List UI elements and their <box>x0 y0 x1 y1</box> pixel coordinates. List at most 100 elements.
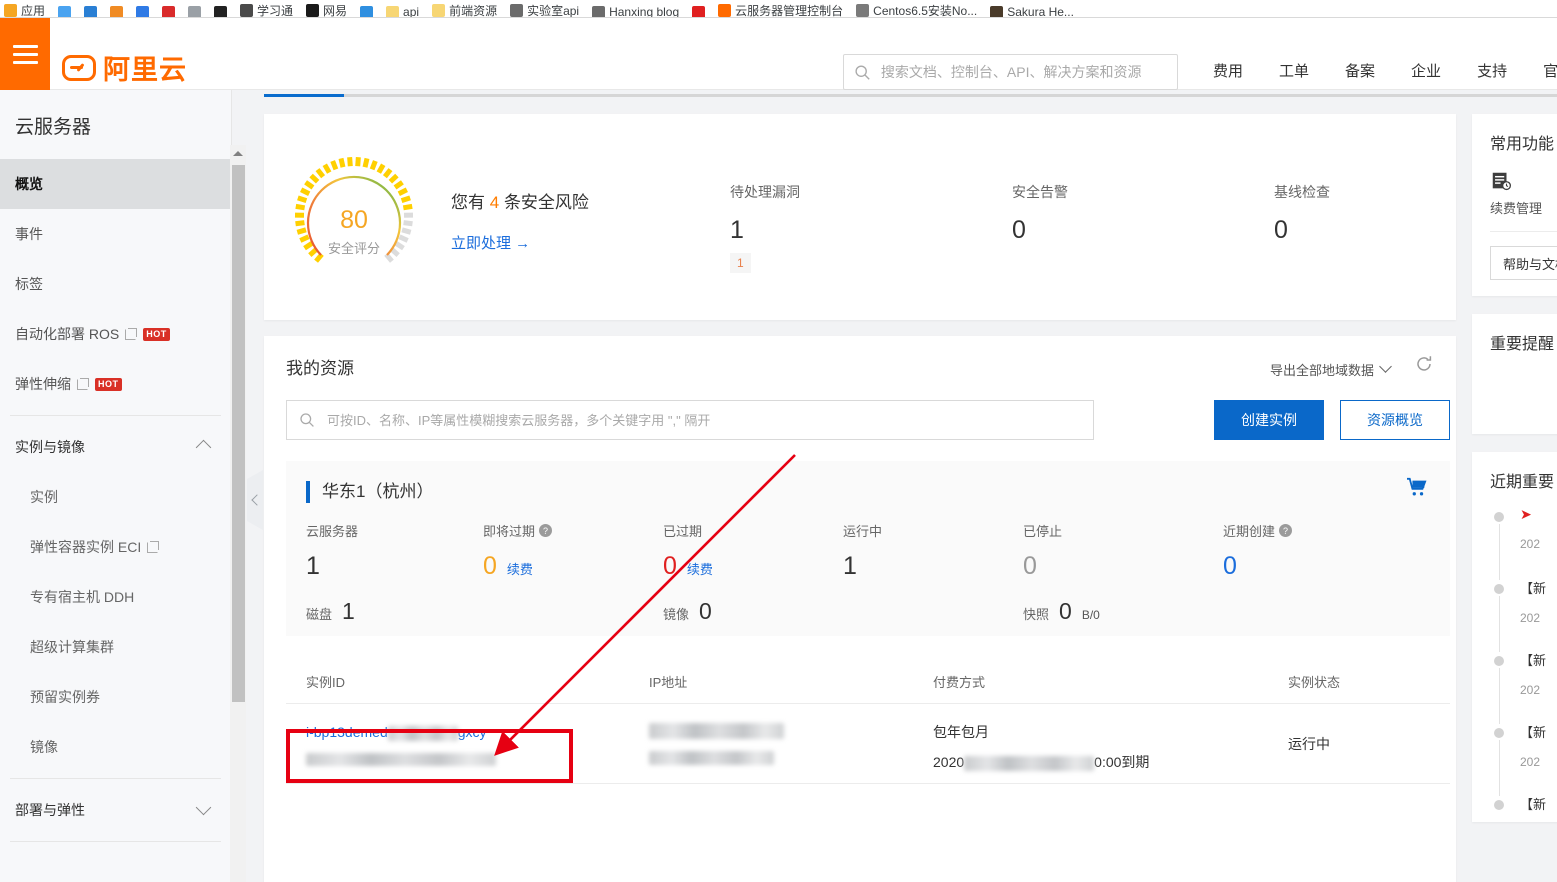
region-stat2-label: 镜像 <box>663 604 689 623</box>
header-nav-工单[interactable]: 工单 <box>1261 60 1327 81</box>
bookmark-item[interactable]: Sakura He... <box>990 5 1074 18</box>
bookmark-favicon-icon <box>110 6 123 18</box>
sidebar-item-标签[interactable]: 标签 <box>0 259 231 309</box>
bookmark-item[interactable]: Centos6.5安装No... <box>856 2 977 18</box>
resource-overview-button[interactable]: 资源概览 <box>1340 400 1450 440</box>
resource-search-box[interactable] <box>286 400 1094 440</box>
brand-logo[interactable]: 阿里云 <box>62 48 187 87</box>
help-and-docs-button[interactable]: 帮助与文档 <box>1490 246 1557 280</box>
export-all-regions-button[interactable]: 导出全部地域数据 <box>1270 360 1390 379</box>
sidebar-item-概览[interactable]: 概览 <box>0 159 231 209</box>
sidebar-group-部署与弹性[interactable]: 部署与弹性 <box>0 785 231 835</box>
timeline-item[interactable]: 【新202 <box>1494 722 1557 794</box>
sidebar-subitem-弹性容器实例 ECI[interactable]: 弹性容器实例 ECI <box>0 522 231 572</box>
help-icon[interactable]: ? <box>1279 524 1292 537</box>
sidebar-divider <box>10 841 221 842</box>
bookmark-item[interactable] <box>136 6 149 18</box>
bookmark-item[interactable]: Hanxing blog <box>592 5 679 18</box>
bookmark-item[interactable] <box>162 6 175 18</box>
header-nav-企业[interactable]: 企业 <box>1393 60 1459 81</box>
bookmark-item[interactable]: 前端资源 <box>432 2 497 18</box>
region-stat-value: 0 <box>483 552 497 581</box>
renew-link[interactable]: 续费 <box>507 559 533 578</box>
header-nav-备案[interactable]: 备案 <box>1327 60 1393 81</box>
renew-link[interactable]: 续费 <box>687 559 713 578</box>
scroll-up-button[interactable] <box>230 145 246 162</box>
timeline-item[interactable]: 【新202 <box>1494 578 1557 650</box>
instance-id-link[interactable]: i-bp13demed <box>306 724 388 740</box>
hot-badge: HOT <box>95 378 122 391</box>
create-instance-button[interactable]: 创建实例 <box>1214 400 1324 440</box>
expire-suffix: 0:00到期 <box>1094 754 1149 770</box>
menu-icon[interactable] <box>0 18 50 90</box>
timeline-dot-icon <box>1494 728 1504 738</box>
instance-id-suffix[interactable]: gxcy <box>458 724 487 740</box>
browser-bookmark-bar[interactable]: 应用 学习通 网易 api 前端资源实验室api Hanxing blog 云服务器管理控制… <box>0 0 1557 18</box>
header-nav-费用[interactable]: 费用 <box>1195 60 1261 81</box>
region-stat2-value: 1 <box>342 598 355 625</box>
header-nav-支持[interactable]: 支持 <box>1459 60 1525 81</box>
sidebar-subitem-超级计算集群[interactable]: 超级计算集群 <box>0 622 231 672</box>
sidebar-item-事件[interactable]: 事件 <box>0 209 231 259</box>
region-stat-已过期: 已过期0续费 <box>663 521 713 581</box>
bookmark-item[interactable] <box>188 6 201 18</box>
bookmark-favicon-icon <box>162 6 175 18</box>
help-icon[interactable]: ? <box>539 524 552 537</box>
region-stat-label-text: 即将过期 <box>483 521 535 540</box>
external-link-icon <box>147 541 159 553</box>
table-row[interactable]: i-bp13demedgxcy包年包月20200:00到期运行中 <box>286 704 1450 784</box>
resource-search-input[interactable] <box>325 412 1070 429</box>
sidebar-subitem-label: 超级计算集群 <box>30 637 114 657</box>
timeline-item[interactable]: 【新 <box>1494 794 1557 866</box>
bookmark-item[interactable]: 网易 <box>306 2 347 18</box>
menu-bar-3 <box>13 61 38 64</box>
region-stat-label: 运行中 <box>843 521 882 540</box>
sidebar-item-自动化部署 ROS[interactable]: 自动化部署 ROSHOT <box>0 309 231 359</box>
pay-type-value: 包年包月 <box>933 722 1149 742</box>
handle-now-link[interactable]: 立即处理 → <box>451 232 530 253</box>
expire-prefix: 2020 <box>933 754 964 770</box>
sidebar-subitem-专有宿主机 DDH[interactable]: 专有宿主机 DDH <box>0 572 231 622</box>
search-icon <box>299 412 315 428</box>
search-input[interactable] <box>879 63 1167 81</box>
scrollbar-thumb[interactable] <box>232 165 245 702</box>
bookmark-item[interactable] <box>692 6 705 18</box>
cell-instance-id[interactable]: i-bp13demed gxcy <box>306 724 487 741</box>
brand-name: 阿里云 <box>103 48 187 87</box>
bookmark-item[interactable] <box>84 6 97 18</box>
sidebar-subitem-镜像[interactable]: 镜像 <box>0 722 231 772</box>
sidebar-scrollbar[interactable] <box>230 145 246 882</box>
bookmark-item[interactable] <box>214 6 227 18</box>
bookmark-item[interactable] <box>360 6 373 18</box>
region-stat-label-text: 云服务器 <box>306 521 358 540</box>
my-resources-card: 我的资源 导出全部地域数据 创建实例 资源概览 华东1（杭州） <box>264 336 1456 882</box>
header-nav-官网[interactable]: 官网 <box>1525 60 1557 81</box>
bookmark-item[interactable]: 实验室api <box>510 2 579 18</box>
bookmark-item[interactable]: 应用 <box>4 2 45 18</box>
bookmark-item[interactable]: 学习通 <box>240 2 293 18</box>
timeline-item[interactable]: ➤202 <box>1494 506 1557 578</box>
sidebar-group-实例与镜像[interactable]: 实例与镜像 <box>0 422 231 472</box>
main-content: 80 安全评分 您有 4 条安全风险 立即处理 → 待处理漏洞11安全告警0基线… <box>248 90 1557 882</box>
timeline-item[interactable]: 【新202 <box>1494 650 1557 722</box>
region-stat-value-row: 0 <box>1223 552 1292 581</box>
bookmark-item[interactable] <box>58 6 71 18</box>
bookmark-item[interactable] <box>110 6 123 18</box>
sidebar-item-弹性伸缩[interactable]: 弹性伸缩HOT <box>0 359 231 409</box>
global-search-box[interactable] <box>843 54 1178 90</box>
sidebar-subitem-实例[interactable]: 实例 <box>0 472 231 522</box>
my-resources-title: 我的资源 <box>286 354 354 379</box>
bookmark-favicon-icon <box>510 4 523 17</box>
sidebar-subitem-预留实例券[interactable]: 预留实例券 <box>0 672 231 722</box>
bookmark-label: 云服务器管理控制台 <box>735 2 843 18</box>
bookmark-item[interactable]: api <box>386 5 419 18</box>
sidebar-item-label: 自动化部署 ROS <box>15 324 119 344</box>
security-stat-value: 1 <box>730 216 800 245</box>
bookmark-item[interactable]: 云服务器管理控制台 <box>718 2 843 18</box>
gauge-score-label: 安全评分 <box>292 238 416 257</box>
shopping-cart-icon[interactable] <box>1406 477 1428 502</box>
timeline-dot-icon <box>1494 800 1504 810</box>
renew-management-item[interactable]: 续费管理 <box>1490 170 1557 217</box>
refresh-button[interactable] <box>1414 354 1434 379</box>
bookmark-label: 网易 <box>323 2 347 18</box>
